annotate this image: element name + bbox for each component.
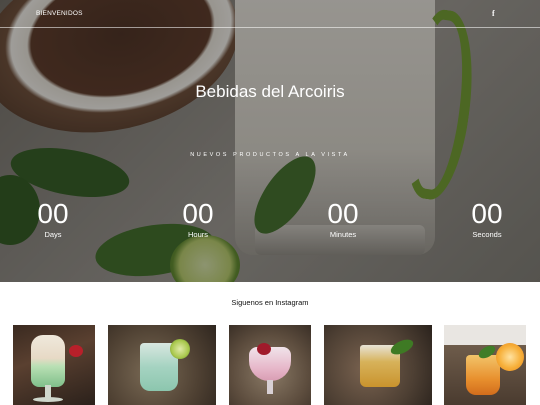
countdown-seconds-value: 00 [471,198,503,229]
hero-subtitle: NUEVOS PRODUCTOS A LA VISTA [190,152,350,158]
countdown-days: 00 Days [23,198,83,239]
glass-stem [267,380,273,394]
glass-base [33,397,63,402]
hero-background [0,0,540,282]
instagram-photo-1[interactable] [13,325,95,405]
countdown-days-label: Days [44,230,62,239]
lime-image [170,339,190,359]
drink-image [249,347,291,381]
berry-image [69,345,83,357]
instagram-photo-5[interactable] [444,325,526,405]
instagram-photo-2[interactable] [108,325,216,405]
drink-image [466,355,500,395]
page-title: Bebidas del Arcoiris [195,82,345,101]
countdown-minutes-label: Minutes [329,230,357,239]
drink-image [31,335,65,387]
countdown-hours: 00 Hours [168,198,228,239]
hero-overlay [0,0,540,282]
countdown-days-value: 00 [37,198,69,229]
brand-link[interactable]: BIENVENIDOS [36,10,83,17]
facebook-icon[interactable]: f [492,9,495,18]
instagram-photo-4[interactable] [324,325,432,405]
countdown-minutes: 00 Minutes [313,198,373,239]
mint-leaf-image [388,336,416,358]
countdown-minutes-value: 00 [327,198,359,229]
countdown-hours-label: Hours [187,230,208,239]
orange-slice-image [496,343,524,371]
berry-image [257,343,271,355]
countdown-seconds: 00 Seconds [457,198,517,239]
instagram-section-title: Siguenos en Instagram [231,298,309,307]
countdown-seconds-label: Seconds [472,230,502,239]
top-navigation-bar: BIENVENIDOS f [0,0,540,28]
instagram-photo-3[interactable] [229,325,311,405]
countdown-hours-value: 00 [182,198,214,229]
